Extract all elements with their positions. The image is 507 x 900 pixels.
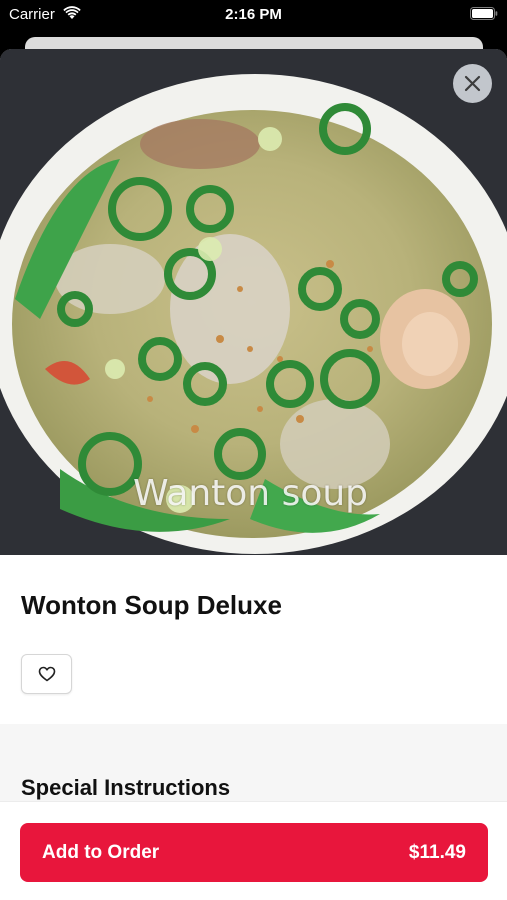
special-instructions-title: Special Instructions xyxy=(21,775,231,800)
add-to-order-button[interactable]: Add to Order $11.49 xyxy=(20,823,488,882)
bottom-action-bar: Add to Order $11.49 xyxy=(0,801,507,900)
item-photo: Wanton soup xyxy=(0,49,507,555)
close-icon xyxy=(464,75,481,92)
favorite-button[interactable] xyxy=(21,654,72,694)
item-title: Wonton Soup Deluxe xyxy=(21,590,282,620)
clock: 2:16 PM xyxy=(225,6,282,23)
status-bar: Carrier 2:16 PM xyxy=(0,0,507,30)
photo-caption: Wanton soup xyxy=(133,473,369,514)
order-price: $11.49 xyxy=(408,841,466,863)
battery-icon xyxy=(470,7,498,20)
heart-icon xyxy=(38,666,55,682)
add-to-order-label: Add to Order xyxy=(42,841,160,863)
close-button[interactable] xyxy=(453,64,492,103)
item-detail-sheet: Wanton soup Wonton Soup Deluxe Special I… xyxy=(0,49,507,900)
